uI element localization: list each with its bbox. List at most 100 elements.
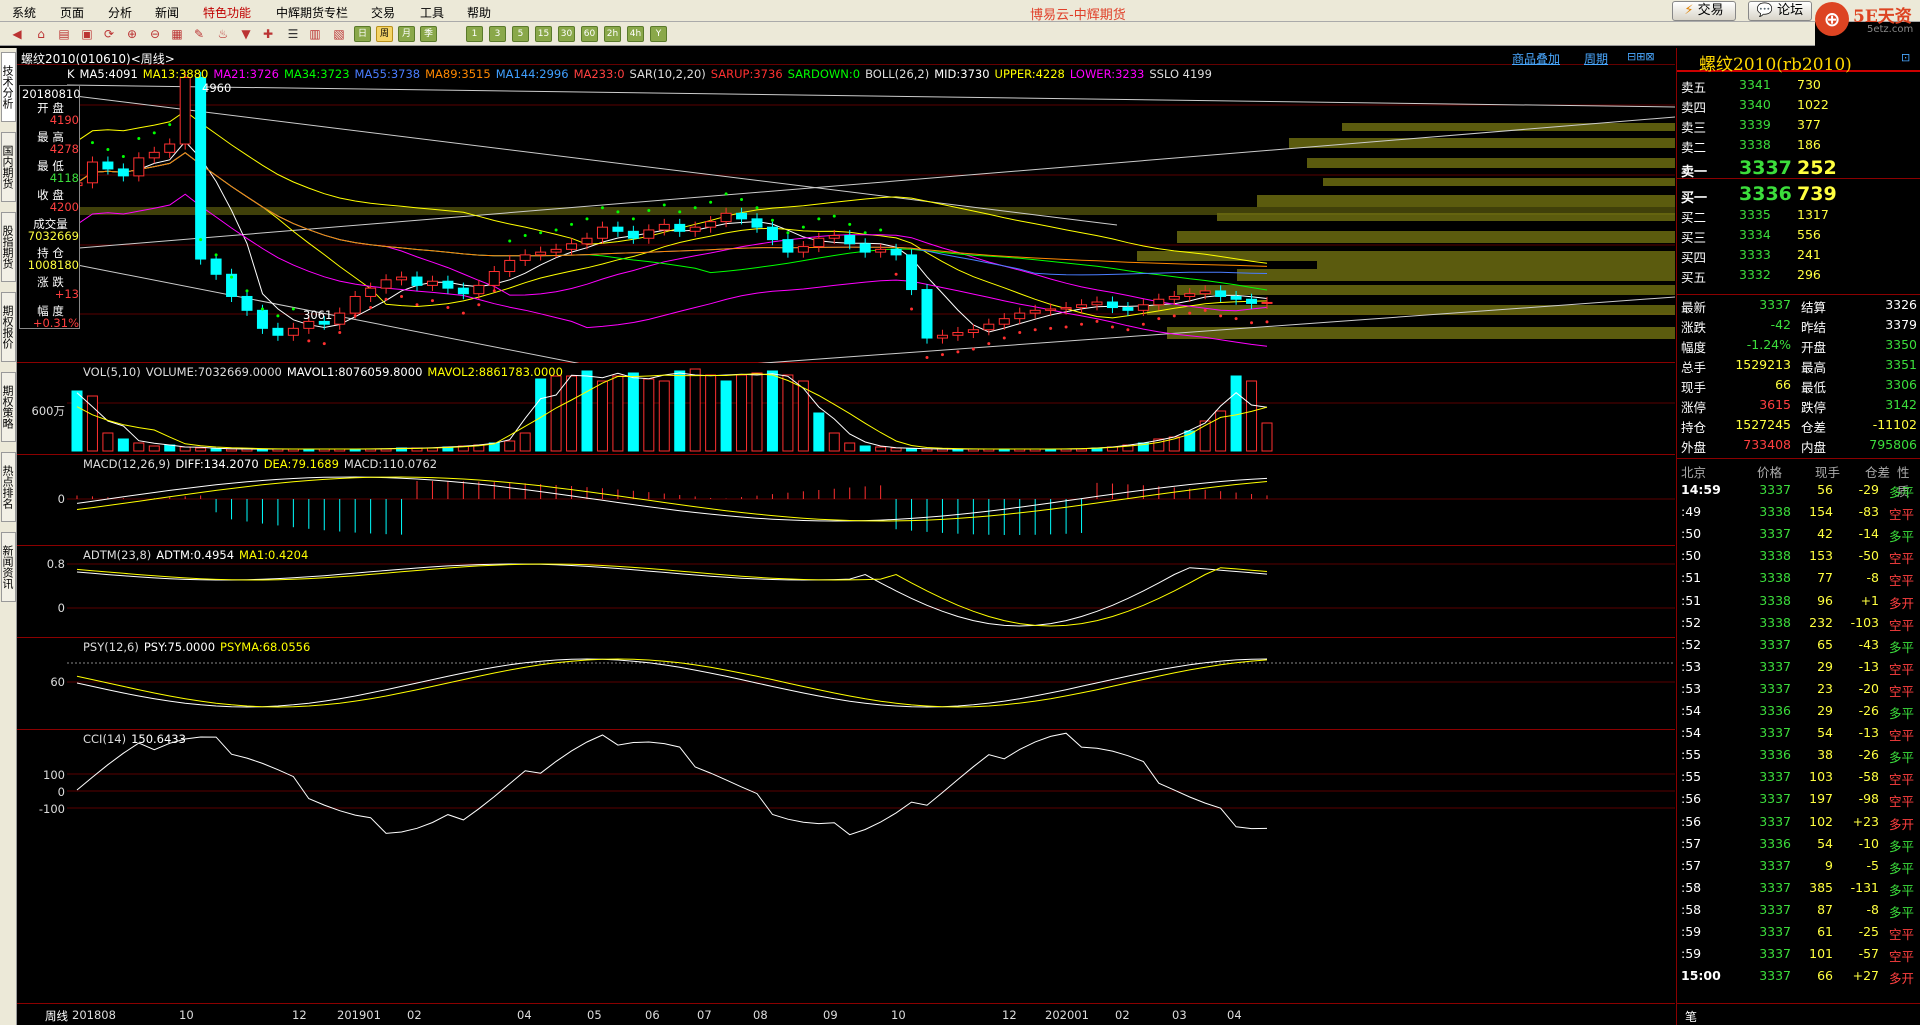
window-icon[interactable]: ▦ — [168, 25, 186, 43]
period-15min[interactable]: 15 — [535, 26, 552, 42]
candle-body — [334, 312, 346, 325]
period-season[interactable]: 季 — [420, 26, 437, 42]
candle-body — [1106, 301, 1118, 309]
back-icon[interactable]: ◀ — [8, 25, 26, 43]
candle-body — [566, 243, 578, 250]
tick-row: :56 3337 197 -98 空平 — [1677, 788, 1920, 810]
order-book-row[interactable]: 买三 3334 556 — [1677, 226, 1920, 245]
period-2h[interactable]: 2h — [604, 26, 621, 42]
price-pane[interactable]: K MA5:4091 MA13:3880 MA21:3726 MA34:3723 MA55… — [17, 65, 1675, 363]
order-book-row[interactable]: 卖四 3340 1022 — [1677, 96, 1920, 115]
tab-news[interactable]: 新闻资讯 — [1, 532, 16, 602]
adtm-pane[interactable]: ADTM(23,8) ADTM:0.4954 MA1:0.4204 0.8 0 — [17, 546, 1675, 638]
info-date: 20180810 — [22, 87, 81, 101]
candle-body — [1014, 312, 1026, 320]
period-5min[interactable]: 5 — [512, 26, 529, 42]
gift-icon[interactable]: ✚ — [259, 25, 277, 43]
menu-help[interactable]: 帮助 — [467, 4, 491, 21]
menu-system[interactable]: 系统 — [12, 4, 36, 21]
draw-icon[interactable]: ✎ — [190, 25, 208, 43]
period-4h[interactable]: 4h — [627, 26, 644, 42]
sar-dot — [832, 214, 836, 218]
order-book-row[interactable]: 卖五 3341 730 — [1677, 76, 1920, 95]
volume-bar — [612, 375, 624, 452]
tab-options-strategy[interactable]: 期权策略 — [1, 372, 16, 442]
menu-features[interactable]: 特色功能 — [203, 4, 251, 21]
volume-legend: VOL(5,10) VOLUME:7032669.0000 MAVOL1:80760… — [83, 365, 568, 379]
refresh-icon[interactable]: ⟳ — [100, 25, 118, 43]
tab-index-futures[interactable]: 股指期货 — [1, 212, 16, 282]
chart-type-icon[interactable]: ▧ — [330, 25, 348, 43]
expand-icon[interactable]: ⊡ — [1901, 51, 1910, 64]
candle-body — [457, 287, 469, 295]
trend-line — [66, 84, 1675, 108]
filter-icon[interactable]: ▼ — [237, 25, 255, 43]
volume-bar — [844, 442, 856, 452]
layout-icon[interactable]: ▤ — [55, 25, 73, 43]
period-3min[interactable]: 3 — [489, 26, 506, 42]
period-60min[interactable]: 60 — [581, 26, 598, 42]
level-label: 卖三 — [1681, 120, 1707, 135]
candle-body — [720, 212, 732, 223]
forum-button[interactable]: 💬 论坛 — [1748, 1, 1812, 21]
period-1min[interactable]: 1 — [466, 26, 483, 42]
level-price: 3338 — [1739, 137, 1771, 152]
period-day[interactable]: 日 — [354, 26, 371, 42]
zoom-in-icon[interactable]: ⊕ — [123, 25, 141, 43]
tick-volume: 153 — [1809, 548, 1833, 564]
list-icon[interactable]: ☰ — [284, 25, 302, 43]
sar-dot — [1141, 322, 1145, 326]
volume-pane[interactable]: VOL(5,10) VOLUME:7032669.0000 MAVOL1:80760… — [17, 363, 1675, 455]
sar-dot — [1234, 317, 1238, 321]
candle-body — [797, 246, 809, 253]
legend-item: MACD:110.0762 — [343, 457, 438, 471]
tab-domestic-futures[interactable]: 国内期货 — [1, 132, 16, 202]
menu-tools[interactable]: 工具 — [420, 4, 444, 21]
menu-page[interactable]: 页面 — [60, 4, 84, 21]
volume-bar — [782, 374, 794, 452]
tick-volume: 101 — [1809, 946, 1833, 962]
legend-item: LOWER:3233 — [1069, 67, 1145, 81]
cci-pane[interactable]: CCI(14) 150.6433 100 0 -100 — [17, 730, 1675, 1003]
sar-dot — [1064, 325, 1068, 329]
window-controls-icon[interactable]: ⊟⊞⊠ — [1627, 50, 1655, 63]
menu-zhonghui-column[interactable]: 中辉期货专栏 — [276, 4, 348, 21]
order-book-row[interactable]: 买四 3333 241 — [1677, 246, 1920, 265]
candle-body — [859, 243, 871, 253]
tab-options-quote[interactable]: 期权报价 — [1, 292, 16, 362]
site-logo: ⊕ 5E天资 5etz.com — [1815, 2, 1920, 40]
period-month[interactable]: 月 — [398, 26, 415, 42]
stat-value: -11102 — [1872, 417, 1917, 432]
period-30min[interactable]: 30 — [558, 26, 575, 42]
macd-pane[interactable]: MACD(12,26,9) DIFF:134.2070 DEA:79.1689 MAC… — [17, 455, 1675, 546]
brush-icon[interactable]: ♨ — [214, 25, 232, 43]
period-week[interactable]: 周 — [376, 26, 393, 42]
period-year[interactable]: Y — [650, 26, 667, 42]
folder-icon[interactable]: ▣ — [78, 25, 96, 43]
order-book-row[interactable]: 卖一 3337 252 — [1677, 156, 1920, 180]
trade-button[interactable]: ⚡ 交易 — [1672, 1, 1736, 21]
order-book-row[interactable]: 买二 3335 1317 — [1677, 206, 1920, 225]
volume-bar — [1246, 380, 1258, 452]
menu-news[interactable]: 新闻 — [155, 4, 179, 21]
order-book-row[interactable]: 买五 3332 296 — [1677, 266, 1920, 285]
cci-legend: CCI(14) 150.6433 — [83, 732, 191, 746]
order-book-row[interactable]: 卖二 3338 186 — [1677, 136, 1920, 155]
legend-item: SARDOWN:0 — [787, 67, 861, 81]
tab-hot-ranking[interactable]: 热点排名 — [1, 452, 16, 522]
level-volume: 252 — [1797, 157, 1837, 179]
home-icon[interactable]: ⌂ — [32, 25, 50, 43]
zoom-out-icon[interactable]: ⊖ — [146, 25, 164, 43]
legend-item: MAVOL2:8861783.0000 — [427, 365, 563, 379]
level-volume: 556 — [1797, 227, 1821, 242]
menu-analysis[interactable]: 分析 — [108, 4, 132, 21]
order-book-row[interactable]: 卖三 3339 377 — [1677, 116, 1920, 135]
indicator-icon[interactable]: ▥ — [306, 25, 324, 43]
order-book-row[interactable]: 买一 3336 739 — [1677, 182, 1920, 206]
psy-pane[interactable]: PSY(12,6) PSY:75.0000 PSYMA:68.0556 60 — [17, 638, 1675, 730]
volume-axis-label: 600万 — [31, 404, 65, 418]
tab-technical-analysis[interactable]: 技术分析 — [1, 52, 16, 122]
menu-trade[interactable]: 交易 — [371, 4, 395, 21]
tick-footer-tab[interactable]: 笔 — [1685, 1008, 1697, 1025]
candle-body — [967, 329, 979, 334]
